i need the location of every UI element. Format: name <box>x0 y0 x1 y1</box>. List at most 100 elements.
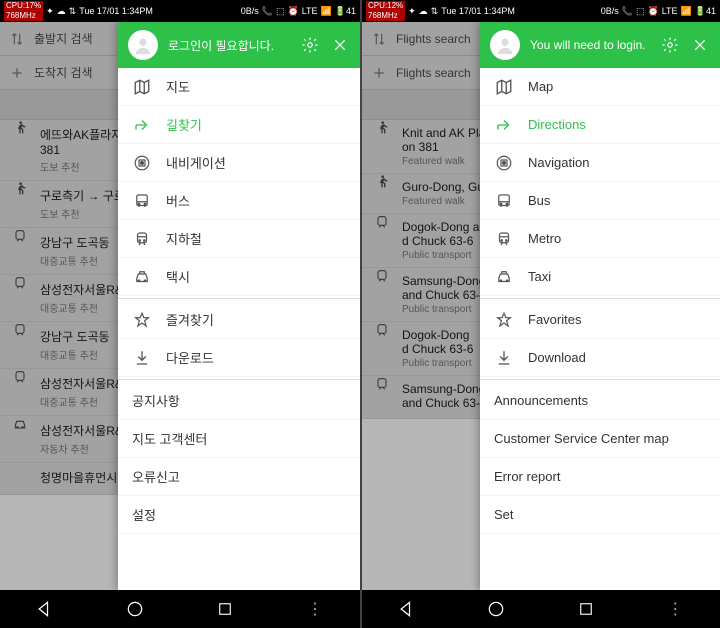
cpu-tag: CPU:12%768MHz <box>366 1 405 21</box>
settings-button[interactable] <box>660 35 680 55</box>
menu-label: 지하철 <box>166 229 202 248</box>
menu-label: 오류신고 <box>132 467 180 486</box>
map-icon <box>132 77 152 97</box>
download-icon <box>132 348 152 368</box>
directions-icon <box>494 115 514 135</box>
map-icon <box>494 77 514 97</box>
menu-label: 버스 <box>166 191 190 210</box>
menu-label: Favorites <box>528 312 581 327</box>
menu-item-text[interactable]: Error report <box>480 458 720 496</box>
drawer-header: You will need to login. <box>480 22 720 68</box>
nav-menu-button[interactable]: ⋮ <box>663 597 687 621</box>
close-button[interactable] <box>330 35 350 55</box>
settings-button[interactable] <box>300 35 320 55</box>
menu-label: Metro <box>528 231 561 246</box>
menu-item-bus[interactable]: 버스 <box>118 182 360 220</box>
battery-icon: 🔋41 <box>695 6 716 17</box>
menu-item-download[interactable]: Download <box>480 339 720 377</box>
menu-label: Download <box>528 350 586 365</box>
metro-icon <box>132 229 152 249</box>
battery-icon: 🔋41 <box>335 6 356 17</box>
menu-item-nav[interactable]: Navigation <box>480 144 720 182</box>
menu-item-text[interactable]: Customer Service Center map <box>480 420 720 458</box>
drawer-body[interactable]: 지도 길찾기 내비게이션 버스 지하철 택시 즐겨찾기 <box>118 68 360 590</box>
drawer-body[interactable]: Map Directions Navigation Bus Metro Taxi… <box>480 68 720 590</box>
menu-label: 내비게이션 <box>166 153 226 172</box>
menu-item-metro[interactable]: Metro <box>480 220 720 258</box>
menu-item-text[interactable]: Announcements <box>480 382 720 420</box>
menu-item-text[interactable]: 공지사항 <box>118 382 360 420</box>
menu-item-text[interactable]: 오류신고 <box>118 458 360 496</box>
menu-item-taxi[interactable]: 택시 <box>118 258 360 296</box>
status-bar: CPU:12%768MHz ✦ ☁⇅ Tue 17/01 1:34PM 0B/s… <box>362 0 720 22</box>
menu-item-taxi[interactable]: Taxi <box>480 258 720 296</box>
puzzle-icon: ✦ <box>408 6 416 17</box>
menu-label: 택시 <box>166 267 190 286</box>
phone-0: CPU:17%768MHz ✦ ☁⇅ Tue 17/01 1:34PM 0B/s… <box>0 0 360 628</box>
nav-icon <box>132 153 152 173</box>
avatar[interactable] <box>490 30 520 60</box>
nav-recent-button[interactable] <box>213 597 237 621</box>
nav-bar: ⋮ <box>0 590 360 628</box>
divider <box>118 298 360 299</box>
nav-menu-button[interactable]: ⋮ <box>303 597 327 621</box>
menu-item-bus[interactable]: Bus <box>480 182 720 220</box>
menu-item-star[interactable]: 즐겨찾기 <box>118 301 360 339</box>
login-prompt[interactable]: You will need to login. <box>530 38 650 52</box>
menu-label: Announcements <box>494 393 588 408</box>
menu-label: 지도 <box>166 77 190 96</box>
menu-item-metro[interactable]: 지하철 <box>118 220 360 258</box>
side-drawer: 로그인이 필요합니다. 지도 길찾기 내비게이션 버스 지하철 <box>118 22 360 590</box>
status-rate: 0B/s <box>601 6 619 16</box>
menu-label: Set <box>494 507 514 522</box>
menu-label: Map <box>528 79 553 94</box>
menu-item-map[interactable]: Map <box>480 68 720 106</box>
menu-item-nav[interactable]: 내비게이션 <box>118 144 360 182</box>
metro-icon <box>494 229 514 249</box>
menu-label: 즐겨찾기 <box>166 310 214 329</box>
side-drawer: You will need to login. Map Directions N… <box>480 22 720 590</box>
menu-item-map[interactable]: 지도 <box>118 68 360 106</box>
status-time: Tue 17/01 1:34PM <box>441 6 515 16</box>
bus-icon <box>132 191 152 211</box>
phone-1: CPU:12%768MHz ✦ ☁⇅ Tue 17/01 1:34PM 0B/s… <box>360 0 720 628</box>
nav-icon <box>494 153 514 173</box>
avatar[interactable] <box>128 30 158 60</box>
menu-label: 길찾기 <box>166 115 202 134</box>
puzzle-icon: ✦ <box>46 6 54 17</box>
bus-icon <box>494 191 514 211</box>
close-button[interactable] <box>690 35 710 55</box>
menu-item-text[interactable]: Set <box>480 496 720 534</box>
menu-item-text[interactable]: 지도 고객센터 <box>118 420 360 458</box>
menu-label: Bus <box>528 193 550 208</box>
nav-recent-button[interactable] <box>574 597 598 621</box>
cpu-tag: CPU:17%768MHz <box>4 1 43 21</box>
nav-home-button[interactable] <box>484 597 508 621</box>
divider <box>118 379 360 380</box>
menu-item-directions[interactable]: Directions <box>480 106 720 144</box>
nav-back-button[interactable] <box>33 597 57 621</box>
star-icon <box>494 310 514 330</box>
menu-item-star[interactable]: Favorites <box>480 301 720 339</box>
menu-label: 다운로드 <box>166 348 214 367</box>
menu-label: Navigation <box>528 155 589 170</box>
divider <box>480 298 720 299</box>
status-rate: 0B/s <box>241 6 259 16</box>
nav-back-button[interactable] <box>395 597 419 621</box>
menu-item-directions[interactable]: 길찾기 <box>118 106 360 144</box>
menu-label: Taxi <box>528 269 551 284</box>
menu-label: 지도 고객센터 <box>132 429 207 448</box>
nav-home-button[interactable] <box>123 597 147 621</box>
login-prompt[interactable]: 로그인이 필요합니다. <box>168 37 290 54</box>
divider <box>480 379 720 380</box>
menu-label: Customer Service Center map <box>494 431 669 446</box>
menu-label: 설정 <box>132 505 156 524</box>
nav-bar: ⋮ <box>362 590 720 628</box>
drawer-header: 로그인이 필요합니다. <box>118 22 360 68</box>
menu-item-download[interactable]: 다운로드 <box>118 339 360 377</box>
star-icon <box>132 310 152 330</box>
status-bar: CPU:17%768MHz ✦ ☁⇅ Tue 17/01 1:34PM 0B/s… <box>0 0 360 22</box>
taxi-icon <box>494 267 514 287</box>
menu-item-text[interactable]: 설정 <box>118 496 360 534</box>
directions-icon <box>132 115 152 135</box>
